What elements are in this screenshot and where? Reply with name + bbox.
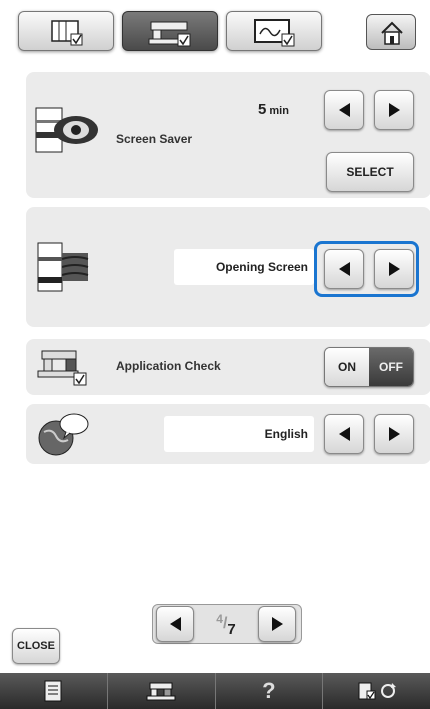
home-icon bbox=[381, 21, 403, 45]
toggle-off-label: OFF bbox=[379, 360, 403, 374]
settings-page-icon bbox=[51, 20, 83, 46]
application-check-label: Application Check bbox=[116, 359, 221, 373]
screen-saver-next-button[interactable] bbox=[374, 90, 414, 130]
screen-saver-icon bbox=[35, 107, 98, 153]
opening-screen-icon bbox=[37, 242, 89, 292]
left-arrow-icon bbox=[338, 427, 350, 441]
sewing-machine-icon bbox=[148, 21, 191, 47]
close-button-label: CLOSE bbox=[17, 640, 55, 652]
screen-saver-time-unit: min bbox=[269, 105, 289, 117]
screen-saver-time-value: 5 bbox=[258, 101, 267, 118]
tab-embroidery-settings[interactable] bbox=[226, 11, 322, 51]
right-arrow-icon bbox=[271, 617, 283, 631]
page-indicator: 4 / 7 bbox=[196, 606, 256, 642]
document-icon bbox=[44, 680, 62, 702]
opening-screen-prev-button[interactable] bbox=[324, 249, 364, 289]
select-button-label: SELECT bbox=[346, 165, 394, 179]
embroidery-frame-icon bbox=[254, 19, 295, 47]
screen-saver-select-button[interactable]: SELECT bbox=[326, 152, 414, 192]
page-prev-button[interactable] bbox=[156, 606, 194, 642]
home-button[interactable] bbox=[366, 14, 416, 50]
globe-icon bbox=[38, 413, 89, 456]
language-prev-button[interactable] bbox=[324, 414, 364, 454]
sewing-machine-icon bbox=[146, 682, 176, 701]
left-arrow-icon bbox=[338, 262, 350, 276]
document-button[interactable] bbox=[0, 673, 108, 709]
language-panel: English bbox=[26, 404, 430, 464]
settings-rotate-icon bbox=[358, 682, 396, 700]
page-total: 7 bbox=[227, 620, 236, 638]
help-icon: ? bbox=[262, 678, 276, 703]
toggle-off-option[interactable]: OFF bbox=[369, 348, 413, 386]
application-check-icon bbox=[37, 350, 87, 386]
opening-screen-next-button[interactable] bbox=[374, 249, 414, 289]
settings-button[interactable] bbox=[323, 673, 430, 709]
right-arrow-icon bbox=[388, 262, 400, 276]
screen-saver-panel: Screen Saver 5 min SELECT bbox=[26, 72, 430, 198]
screen-saver-time: 5 min bbox=[258, 101, 289, 118]
tab-sewing-settings[interactable] bbox=[122, 11, 218, 51]
close-button[interactable]: CLOSE bbox=[12, 628, 60, 664]
left-arrow-icon bbox=[169, 617, 181, 631]
bottom-bar: ? bbox=[0, 673, 430, 709]
right-arrow-icon bbox=[388, 103, 400, 117]
opening-screen-panel: Opening Screen bbox=[26, 207, 430, 327]
opening-screen-value: Opening Screen bbox=[174, 249, 314, 285]
language-text: English bbox=[264, 427, 308, 441]
language-next-button[interactable] bbox=[374, 414, 414, 454]
left-arrow-icon bbox=[338, 103, 350, 117]
screen-saver-label: Screen Saver bbox=[116, 132, 193, 146]
page-next-button[interactable] bbox=[258, 606, 296, 642]
help-button[interactable]: ? bbox=[215, 673, 324, 709]
sewing-guide-button[interactable] bbox=[107, 673, 216, 709]
toggle-on-option[interactable]: ON bbox=[325, 348, 369, 386]
language-value: English bbox=[164, 416, 314, 452]
screen-saver-prev-button[interactable] bbox=[324, 90, 364, 130]
application-check-toggle[interactable]: ON OFF bbox=[324, 347, 414, 387]
right-arrow-icon bbox=[388, 427, 400, 441]
toggle-on-label: ON bbox=[338, 360, 356, 374]
opening-screen-text: Opening Screen bbox=[215, 260, 308, 274]
application-check-panel: Application Check ON OFF bbox=[26, 339, 430, 395]
page-current: 4 bbox=[216, 612, 223, 626]
tab-general-settings[interactable] bbox=[18, 11, 114, 51]
